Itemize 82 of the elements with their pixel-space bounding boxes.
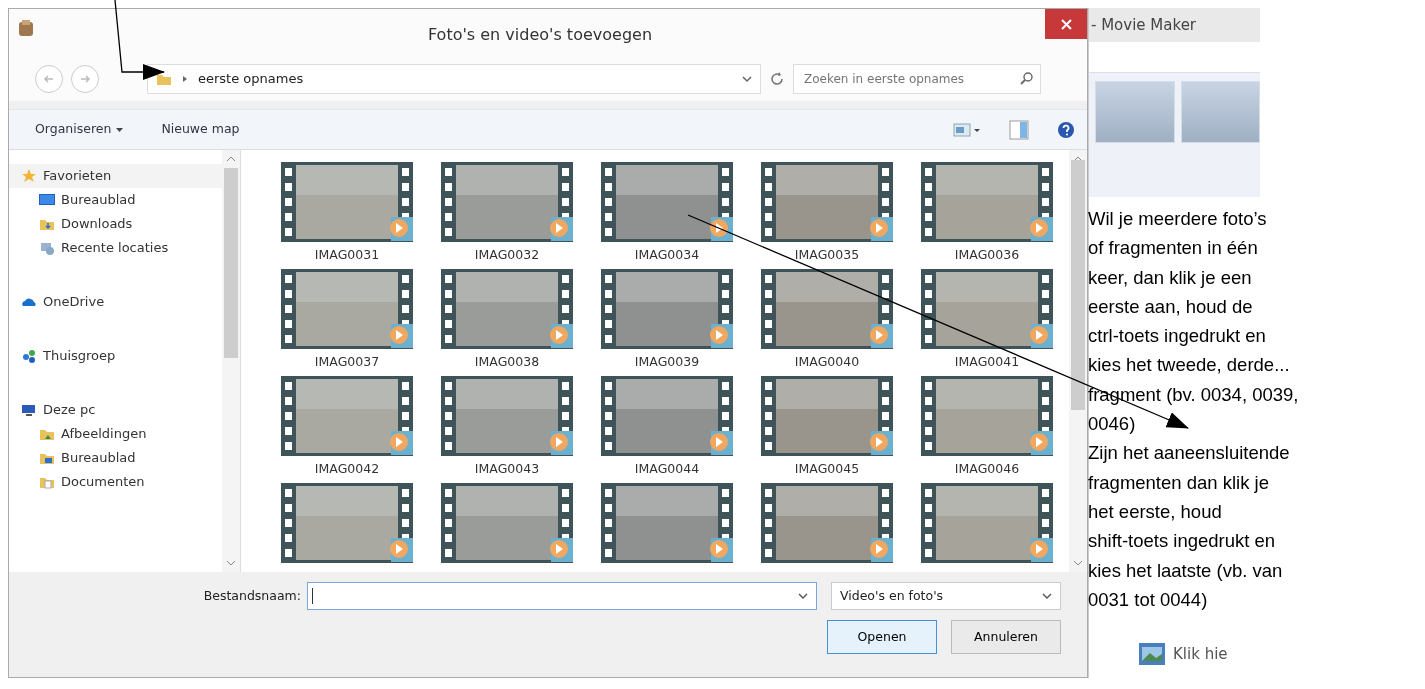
file-type-dropdown[interactable]: Video's en foto's xyxy=(831,582,1061,610)
video-thumbnail[interactable] xyxy=(601,376,733,456)
dialog-button[interactable]: Annuleren xyxy=(951,620,1061,654)
file-name: IMAG0042 xyxy=(314,460,380,478)
video-thumbnail[interactable] xyxy=(761,269,893,349)
scroll-down-icon[interactable] xyxy=(226,560,236,566)
video-thumbnail[interactable] xyxy=(441,269,573,349)
file-name: IMAG0043 xyxy=(474,460,540,478)
file-name: IMAG0038 xyxy=(474,353,540,371)
video-thumbnail[interactable] xyxy=(921,162,1053,242)
help-icon[interactable] xyxy=(1057,120,1075,139)
sidebar-item[interactable]: Recente locaties xyxy=(9,236,222,260)
address-bar[interactable]: eerste opnames xyxy=(147,64,761,94)
dialog-button[interactable]: Openen xyxy=(827,620,937,654)
refresh-icon[interactable] xyxy=(769,71,785,87)
app-icon xyxy=(17,19,35,37)
annotation-text: Zijn het aaneensluitende fragmenten dan klik je het eerste, houd shift-toets ingedrukt en kies het laatste (vb. van 0031 tot 0044) xyxy=(1088,441,1291,612)
computer-icon xyxy=(21,402,37,418)
sidebar-item[interactable]: Bureaublad xyxy=(9,446,222,470)
scroll-bar[interactable] xyxy=(1069,150,1087,572)
sidebar-item[interactable]: Downloads xyxy=(9,212,222,236)
close-button[interactable] xyxy=(1045,9,1087,39)
file-name: IMAG0044 xyxy=(634,460,700,478)
recent-places-icon xyxy=(39,240,55,256)
dropdown-icon xyxy=(798,593,808,599)
movie-icon xyxy=(1139,643,1165,666)
scroll-down-icon[interactable] xyxy=(1073,560,1083,566)
video-thumbnail[interactable] xyxy=(761,376,893,456)
sidebar-item[interactable]: OneDrive xyxy=(9,290,222,314)
sidebar-item[interactable]: Thuisgroep xyxy=(9,344,222,368)
star-icon xyxy=(21,168,37,184)
window-title: - Movie Maker xyxy=(1089,8,1260,42)
window-title: Foto's en video's toevoegen xyxy=(426,24,653,46)
video-thumbnail[interactable] xyxy=(601,162,733,242)
sidebar-item[interactable]: Bureaublad xyxy=(9,188,222,212)
file-name: IMAG0031 xyxy=(314,246,380,264)
file-name: IMAG0046 xyxy=(954,460,1020,478)
sidebar-item[interactable]: Favorieten xyxy=(9,164,222,188)
video-thumbnail[interactable] xyxy=(441,162,573,242)
video-thumbnail[interactable] xyxy=(601,269,733,349)
video-thumbnail[interactable] xyxy=(761,483,893,563)
caret-icon xyxy=(116,127,124,132)
dropdown-icon xyxy=(742,75,752,83)
dropdown-icon xyxy=(1042,593,1052,599)
file-name: IMAG0040 xyxy=(794,353,860,371)
video-thumbnail[interactable] xyxy=(441,483,573,563)
video-thumbnail[interactable] xyxy=(281,376,413,456)
file-name: IMAG0037 xyxy=(314,353,380,371)
file-name: IMAG0039 xyxy=(634,353,700,371)
video-thumbnail[interactable] xyxy=(281,483,413,563)
scroll-bar[interactable] xyxy=(222,150,240,572)
desktop-icon xyxy=(39,192,55,208)
file-name: IMAG0041 xyxy=(954,353,1020,371)
video-thumbnail[interactable] xyxy=(441,376,573,456)
file-name: IMAG0032 xyxy=(474,246,540,264)
chevron-icon xyxy=(182,75,188,83)
search-icon xyxy=(1020,72,1033,85)
sidebar-item[interactable]: Deze pc xyxy=(9,398,222,422)
menu-button[interactable]: Organiseren xyxy=(35,120,124,139)
file-name: IMAG0045 xyxy=(794,460,860,478)
file-name: IMAG0034 xyxy=(634,246,700,264)
file-name: IMAG0036 xyxy=(954,246,1020,264)
link-text[interactable]: Klik hie xyxy=(1173,643,1228,666)
view-options-icon[interactable] xyxy=(953,121,981,138)
video-thumbnail[interactable] xyxy=(761,162,893,242)
search-field[interactable]: Zoeken in eerste opnames xyxy=(793,64,1041,94)
breadcrumb[interactable]: eerste opnames xyxy=(198,69,304,89)
video-thumbnail[interactable] xyxy=(921,269,1053,349)
homegroup-icon xyxy=(21,348,37,364)
video-thumbnail[interactable] xyxy=(281,162,413,242)
filename-field[interactable] xyxy=(307,582,817,610)
video-thumbnail[interactable] xyxy=(921,376,1053,456)
close-icon xyxy=(1060,18,1072,30)
scroll-up-icon[interactable] xyxy=(226,156,236,162)
toolbar-button[interactable]: Nieuwe map xyxy=(161,120,240,139)
video-thumbnail[interactable] xyxy=(921,483,1053,563)
sidebar-item[interactable]: Documenten xyxy=(9,470,222,494)
field-label: Bestandsnaam: xyxy=(203,586,301,605)
video-thumbnail[interactable] xyxy=(601,483,733,563)
video-thumbnail[interactable] xyxy=(281,269,413,349)
sidebar-item[interactable]: Afbeeldingen xyxy=(9,422,222,446)
file-name: IMAG0035 xyxy=(794,246,860,264)
